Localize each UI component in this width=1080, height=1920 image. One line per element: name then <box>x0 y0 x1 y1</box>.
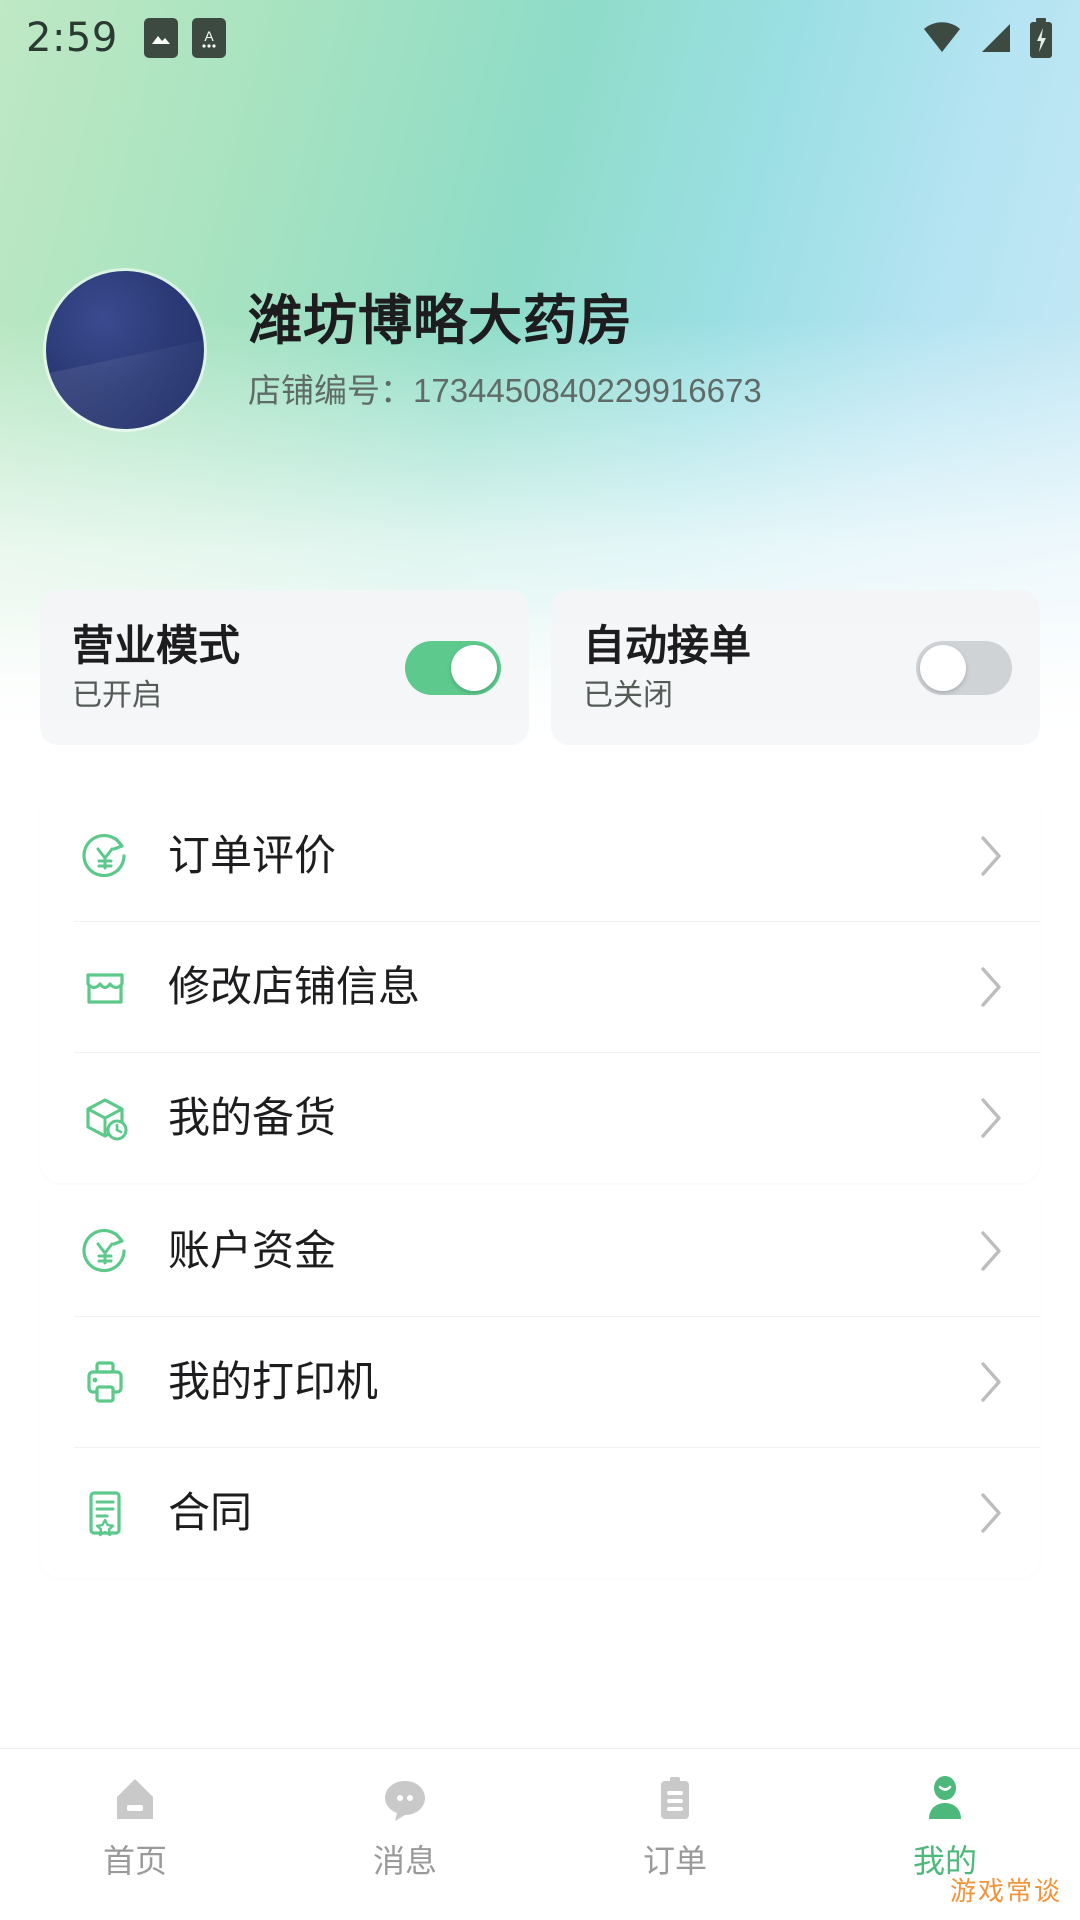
nav-item-home[interactable]: 首页 <box>0 1771 270 1877</box>
shop-id: 店铺编号：1734450840229916673 <box>248 374 762 407</box>
business-mode-status: 已开启 <box>72 678 162 712</box>
nav-item-orders[interactable]: 订单 <box>540 1771 810 1877</box>
menu-item-label: 我的打印机 <box>168 1357 379 1405</box>
status-right-icons <box>920 17 1054 59</box>
switch-knob <box>451 644 497 691</box>
chevron-right-icon <box>981 1230 1001 1271</box>
profile-text: 潍坊博略大药房 店铺编号：1734450840229916673 <box>248 294 762 407</box>
image-icon <box>143 18 178 58</box>
menu-item-label: 修改店铺信息 <box>168 962 421 1010</box>
business-mode-switch[interactable] <box>405 640 501 695</box>
wifi-icon <box>924 22 960 52</box>
menu-item-label: 合同 <box>168 1488 253 1536</box>
contract-star-icon <box>74 1482 136 1544</box>
menu-group-primary: 订单评价 修改店铺信息 我的备货 <box>40 790 1040 1183</box>
chevron-right-icon <box>981 966 1001 1007</box>
yuan-refresh-icon <box>74 1220 136 1282</box>
storefront-icon <box>74 956 136 1018</box>
menu-item-order-reviews[interactable]: 订单评价 <box>40 790 1040 921</box>
business-mode-title: 营业模式 <box>72 621 241 669</box>
avatar[interactable] <box>46 271 204 429</box>
shop-id-value: 1734450840229916673 <box>413 371 762 409</box>
menu-item-contract[interactable]: 合同 <box>40 1447 1040 1578</box>
nav-label: 订单 <box>642 1843 707 1879</box>
auto-accept-title: 自动接单 <box>583 621 752 669</box>
menu-item-label: 我的备货 <box>168 1093 337 1141</box>
status-time: 2:59 <box>26 15 118 61</box>
printer-icon <box>74 1351 136 1413</box>
watermark: 游戏常谈 <box>949 1876 1062 1906</box>
chevron-right-icon <box>981 1492 1001 1533</box>
nav-label: 首页 <box>102 1843 167 1879</box>
toggle-cards-row: 营业模式 已开启 自动接单 已关闭 <box>40 590 1040 745</box>
battery-charging-icon <box>1030 18 1052 58</box>
status-bar: 2:59 A <box>0 0 1080 76</box>
auto-accept-labels: 自动接单 已关闭 <box>583 621 752 712</box>
svg-text:A: A <box>204 28 214 44</box>
bottom-navigation-bar: 首页 消息 订单 我的 <box>0 1748 1080 1920</box>
chevron-right-icon <box>981 1097 1001 1138</box>
person-icon <box>917 1771 973 1827</box>
menu-item-label: 账户资金 <box>168 1226 337 1274</box>
auto-accept-card[interactable]: 自动接单 已关闭 <box>551 590 1040 745</box>
box-clock-icon <box>74 1087 136 1149</box>
nav-label: 消息 <box>372 1843 437 1879</box>
nav-item-profile[interactable]: 我的 <box>810 1771 1080 1877</box>
menu-item-account-funds[interactable]: 账户资金 <box>40 1185 1040 1316</box>
message-icon <box>377 1771 433 1827</box>
menu-item-label: 订单评价 <box>168 831 337 879</box>
shop-name: 潍坊博略大药房 <box>248 290 633 351</box>
shop-id-label: 店铺编号： <box>248 371 413 409</box>
yuan-refresh-icon <box>74 825 136 887</box>
menu-group-secondary: 账户资金 我的打印机 合同 <box>40 1185 1040 1578</box>
menu-item-my-printer[interactable]: 我的打印机 <box>40 1316 1040 1447</box>
menu-item-edit-store-info[interactable]: 修改店铺信息 <box>40 921 1040 1052</box>
business-mode-card[interactable]: 营业模式 已开启 <box>40 590 529 745</box>
clipboard-icon <box>647 1771 703 1827</box>
profile-header: 潍坊博略大药房 店铺编号：1734450840229916673 <box>0 250 1080 450</box>
status-left-icons: A <box>143 18 226 58</box>
home-icon <box>107 1771 163 1827</box>
auto-accept-status: 已关闭 <box>583 678 673 712</box>
business-mode-labels: 营业模式 已开启 <box>72 621 241 712</box>
signal-icon <box>982 24 1010 52</box>
nav-item-messages[interactable]: 消息 <box>270 1771 540 1877</box>
menu-item-my-stock[interactable]: 我的备货 <box>40 1052 1040 1183</box>
chevron-right-icon <box>981 835 1001 876</box>
switch-knob <box>920 644 966 691</box>
chevron-right-icon <box>981 1361 1001 1402</box>
auto-accept-switch[interactable] <box>916 640 1012 695</box>
app-icon: A <box>191 18 226 58</box>
